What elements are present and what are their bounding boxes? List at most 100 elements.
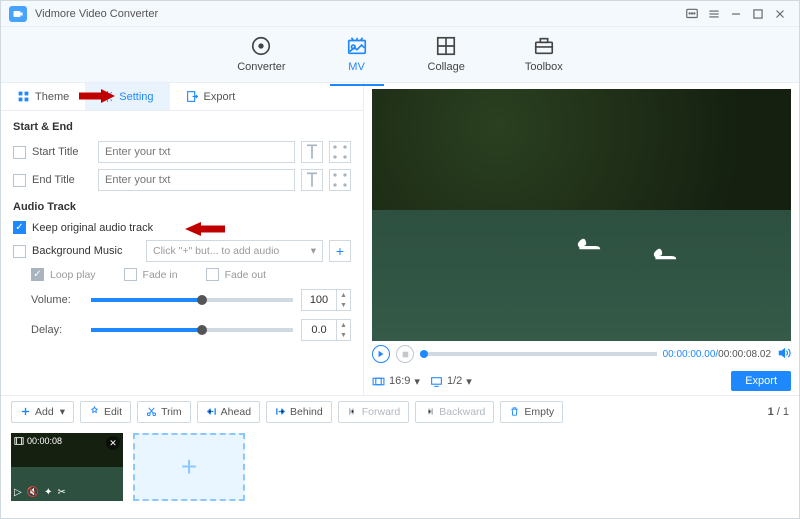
volume-spinner[interactable]: 100▲▼ xyxy=(301,289,351,311)
scale-value: 1/2 xyxy=(447,375,462,387)
volume-slider[interactable] xyxy=(91,298,293,302)
start-title-font-button[interactable] xyxy=(301,141,323,163)
end-title-font-button[interactable] xyxy=(301,169,323,191)
delay-label: Delay: xyxy=(31,324,83,336)
chevron-down-icon: ▾ xyxy=(414,375,420,388)
nav-toolbox[interactable]: Toolbox xyxy=(515,31,573,79)
behind-button[interactable]: Behind xyxy=(266,401,332,423)
fadeout-checkbox[interactable] xyxy=(206,268,219,281)
fadein-label: Fade in xyxy=(143,269,178,281)
start-title-expand-button[interactable] xyxy=(329,141,351,163)
clip-effects-icon[interactable]: ✦ xyxy=(44,487,52,498)
loop-label: Loop play xyxy=(50,269,96,281)
timeline-slider[interactable] xyxy=(420,352,657,356)
converter-icon xyxy=(250,35,272,57)
loop-checkbox[interactable] xyxy=(31,268,44,281)
start-title-checkbox[interactable] xyxy=(13,146,26,159)
volume-up[interactable]: ▲ xyxy=(337,290,350,300)
nav-collage-label: Collage xyxy=(428,61,465,73)
add-clip-button[interactable]: + xyxy=(133,433,245,501)
bg-music-dropdown[interactable]: Click "+" but... to add audio ▾ xyxy=(146,240,323,262)
video-preview[interactable] xyxy=(372,89,791,341)
bg-music-placeholder: Click "+" but... to add audio xyxy=(153,245,279,257)
nav-mv-label: MV xyxy=(348,61,365,73)
delay-down[interactable]: ▼ xyxy=(337,330,350,340)
maximize-button[interactable] xyxy=(747,3,769,25)
tab-theme[interactable]: Theme xyxy=(1,83,85,110)
chevron-down-icon: ▾ xyxy=(466,375,472,388)
bottom-toolbar: Add▾ Edit Trim Ahead Behind Forward Back… xyxy=(1,395,799,427)
titlebar: Vidmore Video Converter xyxy=(1,1,799,27)
add-music-button[interactable]: + xyxy=(329,240,351,262)
page-indicator: 1 / 1 xyxy=(768,406,789,418)
keep-original-label: Keep original audio track xyxy=(32,222,153,234)
end-title-input[interactable] xyxy=(98,169,295,191)
annotation-arrow-2 xyxy=(179,220,227,238)
tab-export[interactable]: Export xyxy=(170,83,252,110)
volume-value: 100 xyxy=(302,290,336,310)
delay-up[interactable]: ▲ xyxy=(337,320,350,330)
clip-trim-icon[interactable]: ✂ xyxy=(58,487,66,498)
start-title-label: Start Title xyxy=(32,146,92,158)
scale-selector[interactable]: 1/2 ▾ xyxy=(430,375,472,388)
sub-tabs: Theme Setting Export xyxy=(1,83,363,111)
app-title: Vidmore Video Converter xyxy=(35,8,158,20)
clip-duration: 00:00:08 xyxy=(14,436,62,446)
close-button[interactable] xyxy=(769,3,791,25)
ahead-button[interactable]: Ahead xyxy=(197,401,260,423)
play-button[interactable] xyxy=(372,345,390,363)
aspect-row: 16:9 ▾ 1/2 ▾ Export xyxy=(364,367,799,395)
keep-original-checkbox[interactable] xyxy=(13,221,26,234)
tab-export-label: Export xyxy=(204,91,236,103)
preview-swan-1 xyxy=(573,230,605,254)
left-panel: Theme Setting Export Start & End Start T… xyxy=(1,83,364,395)
export-button[interactable]: Export xyxy=(731,371,791,391)
app-logo-icon xyxy=(9,6,27,22)
nav-mv[interactable]: MV xyxy=(336,31,378,79)
nav-converter[interactable]: Converter xyxy=(227,31,295,79)
start-title-input[interactable] xyxy=(98,141,295,163)
content: Theme Setting Export Start & End Start T… xyxy=(1,83,799,395)
stop-button[interactable] xyxy=(396,345,414,363)
backward-button[interactable]: Backward xyxy=(415,401,494,423)
delay-spinner[interactable]: 0.0▲▼ xyxy=(301,319,351,341)
nav-converter-label: Converter xyxy=(237,61,285,73)
toolbox-icon xyxy=(533,35,555,57)
clip-remove-button[interactable]: ✕ xyxy=(106,436,120,450)
clip-mute-icon[interactable]: 🔇 xyxy=(27,487,39,498)
bg-music-checkbox[interactable] xyxy=(13,245,26,258)
volume-icon[interactable] xyxy=(777,346,791,363)
collage-icon xyxy=(435,35,457,57)
fadein-checkbox[interactable] xyxy=(124,268,137,281)
delay-slider[interactable] xyxy=(91,328,293,332)
end-title-label: End Title xyxy=(32,174,92,186)
clip-thumbnail[interactable]: 00:00:08 ✕ ▷ 🔇 ✦ ✂ xyxy=(11,433,123,501)
volume-down[interactable]: ▼ xyxy=(337,300,350,310)
edit-button[interactable]: Edit xyxy=(80,401,131,423)
add-button[interactable]: Add▾ xyxy=(11,401,74,423)
delay-value: 0.0 xyxy=(302,320,336,340)
clip-tool-icons: ▷ 🔇 ✦ ✂ xyxy=(14,487,66,498)
end-title-checkbox[interactable] xyxy=(13,174,26,187)
end-title-expand-button[interactable] xyxy=(329,169,351,191)
player-controls: 00:00:00.00/00:00:08.02 xyxy=(364,341,799,367)
menu-icon[interactable] xyxy=(703,3,725,25)
main-nav: Converter MV Collage Toolbox xyxy=(1,27,799,83)
right-panel: 00:00:00.00/00:00:08.02 16:9 ▾ 1/2 ▾ Exp… xyxy=(364,83,799,395)
empty-button[interactable]: Empty xyxy=(500,401,563,423)
minimize-button[interactable] xyxy=(725,3,747,25)
bg-music-label: Background Music xyxy=(32,245,140,257)
aspect-ratio-selector[interactable]: 16:9 ▾ xyxy=(372,375,420,388)
thumb-strip: 00:00:08 ✕ ▷ 🔇 ✦ ✂ + xyxy=(1,427,799,507)
tab-setting[interactable]: Setting xyxy=(85,83,169,110)
forward-button[interactable]: Forward xyxy=(338,401,410,423)
chevron-down-icon: ▾ xyxy=(311,245,316,257)
clip-play-icon[interactable]: ▷ xyxy=(14,487,22,498)
nav-collage[interactable]: Collage xyxy=(418,31,475,79)
audio-track-header: Audio Track xyxy=(13,201,351,213)
feedback-icon[interactable] xyxy=(681,3,703,25)
trim-button[interactable]: Trim xyxy=(137,401,191,423)
time-display: 00:00:00.00/00:00:08.02 xyxy=(663,349,771,360)
settings-panel: Start & End Start Title End Title Audio … xyxy=(1,111,363,359)
mv-icon xyxy=(346,35,368,57)
